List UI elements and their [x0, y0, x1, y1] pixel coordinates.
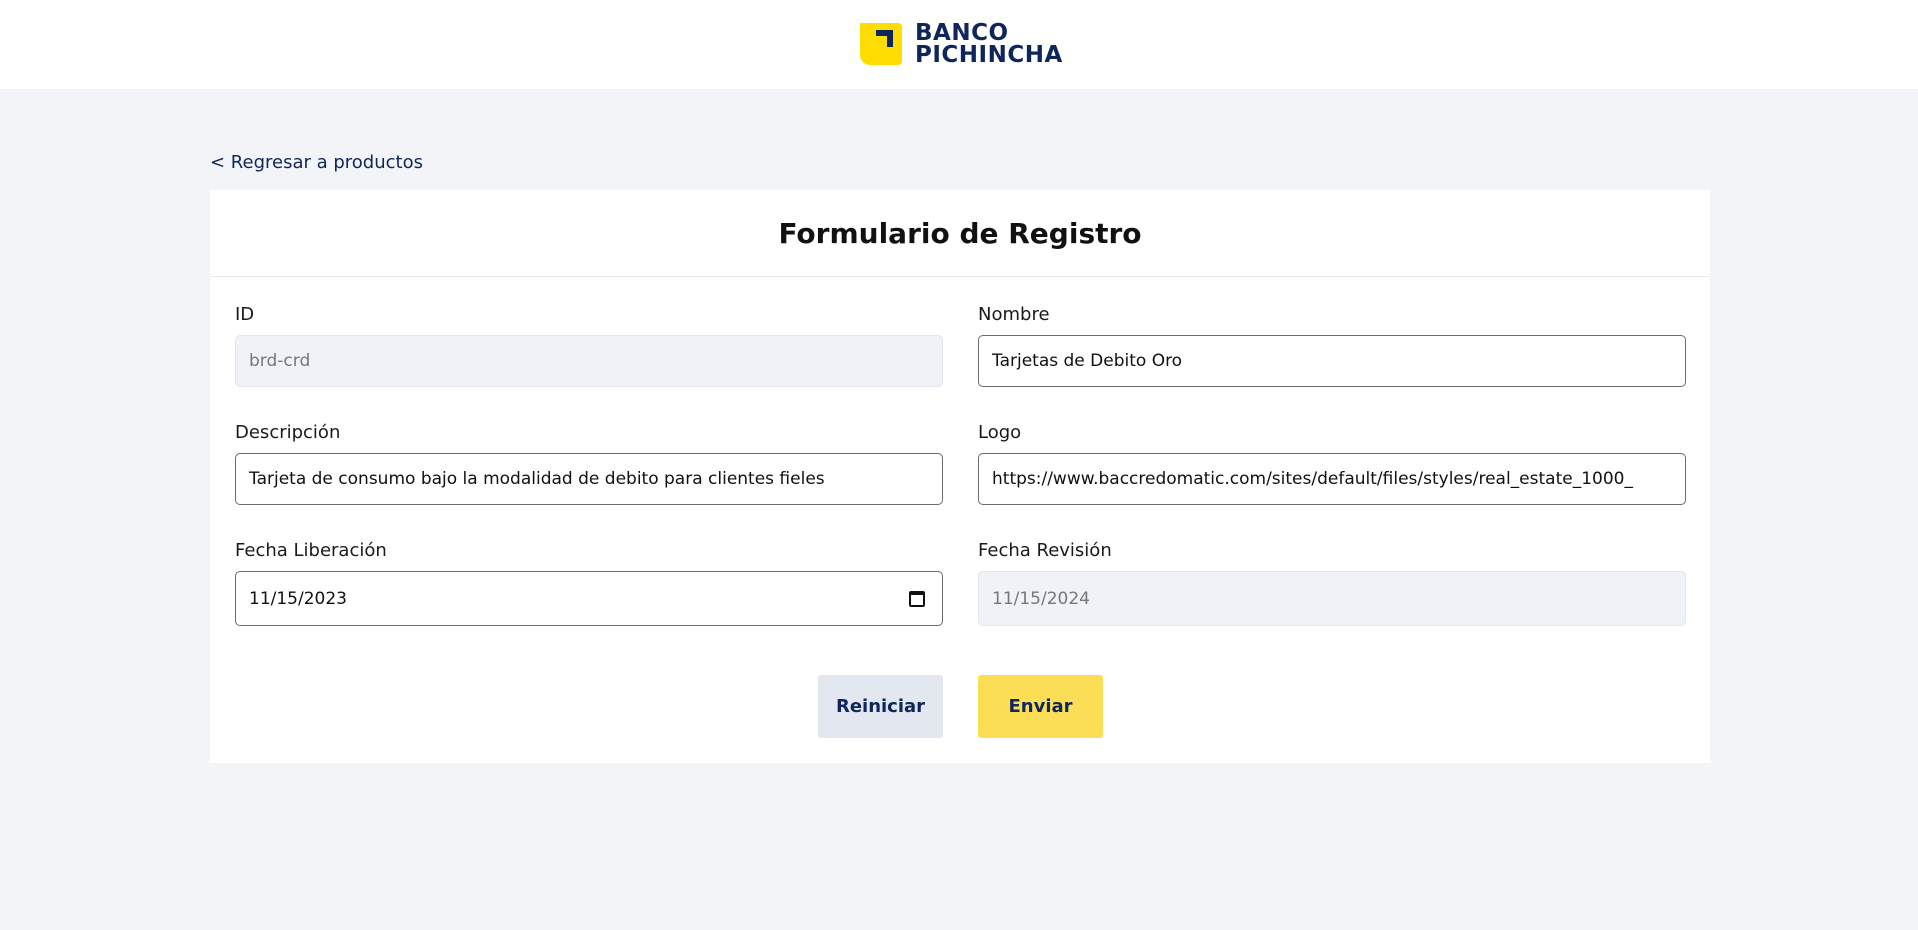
back-to-products-link[interactable]: < Regresar a productos [210, 152, 423, 173]
name-input[interactable]: Tarjetas de Debito Oro [978, 335, 1686, 387]
top-header: BANCO PICHINCHA [0, 0, 1918, 89]
name-field-group: Nombre Tarjetas de Debito Oro [978, 304, 1686, 387]
release-date-label: Fecha Liberación [235, 540, 387, 561]
revision-date-field-group: Fecha Revisión 11/15/2024 [978, 540, 1686, 626]
reset-button[interactable]: Reiniciar [818, 675, 943, 738]
bank-logo[interactable]: BANCO PICHINCHA [860, 20, 1063, 68]
logo-wordmark: BANCO PICHINCHA [915, 20, 1063, 68]
logo-line-1: BANCO [915, 20, 1009, 46]
revision-date-input: 11/15/2024 [978, 571, 1686, 626]
id-field-group: ID brd-crd [235, 304, 943, 387]
logo-url-input[interactable]: https://www.baccredomatic.com/sites/defa… [978, 453, 1686, 505]
release-date-input[interactable]: 11/15/2023 [235, 571, 943, 626]
name-label: Nombre [978, 304, 1050, 325]
banco-pichincha-logo-icon [860, 23, 902, 65]
description-label: Descripción [235, 422, 341, 443]
registration-form-card: Formulario de Registro ID brd-crd Nombre… [210, 190, 1710, 763]
calendar-icon[interactable] [909, 590, 925, 607]
form-title: Formulario de Registro [210, 190, 1710, 277]
logo-field-group: Logo https://www.baccredomatic.com/sites… [978, 422, 1686, 505]
id-input: brd-crd [235, 335, 943, 387]
id-label: ID [235, 304, 255, 325]
description-input[interactable]: Tarjeta de consumo bajo la modalidad de … [235, 453, 943, 505]
revision-date-label: Fecha Revisión [978, 540, 1112, 561]
release-date-field-group: Fecha Liberación 11/15/2023 [235, 540, 943, 626]
logo-line-2: PICHINCHA [915, 42, 1063, 68]
release-date-value: 11/15/2023 [249, 588, 347, 609]
submit-button[interactable]: Enviar [978, 675, 1103, 738]
description-field-group: Descripción Tarjeta de consumo bajo la m… [235, 422, 943, 505]
logo-label: Logo [978, 422, 1022, 443]
